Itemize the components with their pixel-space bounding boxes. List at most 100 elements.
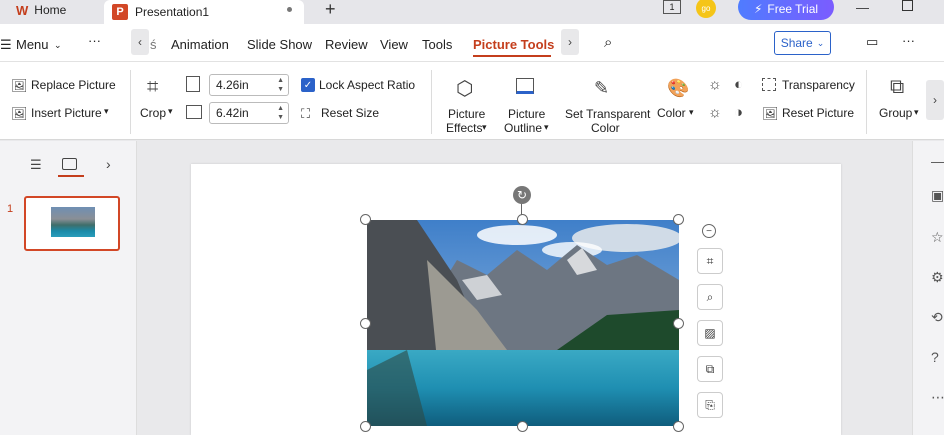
lock-aspect-label[interactable]: Lock Aspect Ratio xyxy=(319,78,415,92)
brightness-decrease-icon[interactable]: ☼ xyxy=(708,104,722,121)
stepper-icon[interactable]: ▲ ▼ xyxy=(277,76,284,94)
collapse-toolbar-icon[interactable]: − xyxy=(702,224,716,238)
resize-handle-bottom-right[interactable] xyxy=(673,421,684,432)
picture-outline-label-1[interactable]: Picture xyxy=(508,107,545,121)
chevron-down-icon[interactable]: ⌄ xyxy=(54,40,62,51)
slide-view-icon[interactable] xyxy=(62,158,77,170)
divider xyxy=(866,70,867,134)
more-icon[interactable]: ⋯ xyxy=(931,389,944,406)
color-icon[interactable]: 🎨 xyxy=(667,78,689,99)
contrast-decrease-icon[interactable]: ◑ xyxy=(734,104,743,121)
resize-handle-bottom-left[interactable] xyxy=(360,421,371,432)
more-icon[interactable]: ··· xyxy=(88,33,101,48)
color-button[interactable]: Color xyxy=(657,106,686,120)
menu-picture-tools[interactable]: Picture Tools xyxy=(473,37,554,52)
window-count-badge[interactable]: 1 xyxy=(663,0,681,14)
group-icon[interactable]: ⧉ xyxy=(890,76,904,99)
resize-handle-left[interactable] xyxy=(360,318,371,329)
chevron-down-icon: ⌄ xyxy=(816,37,825,48)
settings-icon[interactable]: ⚙ xyxy=(931,269,944,286)
picture-effects-icon[interactable]: ⬡ xyxy=(456,76,473,101)
lock-aspect-checkbox[interactable]: ✓ xyxy=(301,78,315,92)
outline-view-icon[interactable]: ☰ xyxy=(30,157,42,173)
resize-handle-top-left[interactable] xyxy=(360,214,371,225)
height-value: 4.26in xyxy=(216,78,249,92)
help-icon[interactable]: ? xyxy=(931,349,939,365)
design-icon[interactable]: ▣ xyxy=(931,187,944,204)
chevron-down-icon[interactable]: ▾ xyxy=(168,106,173,117)
contrast-increase-icon[interactable]: ◐ xyxy=(734,76,743,93)
resize-handle-bottom[interactable] xyxy=(517,421,528,432)
menu-tools[interactable]: Tools xyxy=(422,37,452,52)
set-transparent-label-2[interactable]: Color xyxy=(591,121,620,135)
scroll-right-icon[interactable]: › xyxy=(561,29,579,55)
reset-size-icon: ⛶ xyxy=(301,106,311,121)
picture-outline-label-2[interactable]: Outline xyxy=(504,121,542,135)
crop-icon[interactable]: ⌗ xyxy=(147,76,158,99)
divider xyxy=(431,70,432,134)
group-button[interactable]: Group xyxy=(879,106,912,120)
hamburger-icon[interactable]: ☰ xyxy=(0,37,12,53)
free-trial-label: Free Trial xyxy=(767,2,819,16)
set-transparent-label-1[interactable]: Set Transparent xyxy=(565,107,650,121)
scroll-left-icon[interactable]: ‹ xyxy=(131,29,149,55)
picture-effects-label-1[interactable]: Picture xyxy=(448,107,485,121)
chevron-down-icon[interactable]: ▾ xyxy=(482,122,487,133)
free-trial-button[interactable]: ⚡ Free Trial xyxy=(738,0,834,20)
menu-button[interactable]: Menu xyxy=(16,37,49,52)
crop-button[interactable]: Crop xyxy=(140,106,166,120)
comment-icon[interactable]: ▭ xyxy=(866,34,878,50)
resize-handle-top[interactable] xyxy=(517,214,528,225)
mountain-lake-image[interactable] xyxy=(367,220,679,426)
document-tab[interactable]: P Presentation1 xyxy=(104,0,304,24)
right-sidebar: — ▣ ☆ ⚙ ⟲ ? ⋯ xyxy=(912,141,944,435)
ribbon: 🖼 Replace Picture 🖼 Insert Picture ▾ ⌗ C… xyxy=(0,62,944,140)
picture-outline-icon[interactable] xyxy=(516,78,534,94)
menu-view[interactable]: View xyxy=(380,37,408,52)
resize-handle-top-right[interactable] xyxy=(673,214,684,225)
zoom-icon[interactable]: ⌕ xyxy=(697,284,723,310)
insert-picture-button[interactable]: Insert Picture xyxy=(31,106,102,120)
menu-animation[interactable]: Animation xyxy=(171,37,229,52)
stepper-icon[interactable]: ▲ ▼ xyxy=(277,104,284,122)
reset-picture-button[interactable]: Reset Picture xyxy=(782,106,854,120)
minimize-icon[interactable]: — xyxy=(856,0,869,15)
collapse-icon[interactable]: — xyxy=(931,153,944,169)
ribbon-scroll-right-icon[interactable]: › xyxy=(926,80,944,120)
chevron-down-icon[interactable]: ▾ xyxy=(544,122,549,133)
chevron-down-icon[interactable]: ▾ xyxy=(104,106,109,117)
maximize-icon[interactable] xyxy=(902,0,913,11)
slide-thumbnail[interactable] xyxy=(24,196,120,251)
search-icon[interactable]: ⌕ xyxy=(604,34,612,51)
height-input[interactable]: 4.26in ▲ ▼ xyxy=(209,74,289,96)
share-button[interactable]: Share ⌄ xyxy=(774,31,831,55)
crop-float-icon[interactable]: ⌗ xyxy=(697,248,723,274)
transparency-float-icon[interactable]: ▨ xyxy=(697,320,723,346)
rotate-icon[interactable]: ↻ xyxy=(513,186,531,204)
reset-picture-icon: 🖼 xyxy=(762,106,779,121)
new-tab-icon[interactable]: + xyxy=(325,0,336,18)
width-input[interactable]: 6.42in ▲ ▼ xyxy=(209,102,289,124)
more-options-icon[interactable]: ··· xyxy=(902,33,915,48)
history-icon[interactable]: ⟲ xyxy=(931,309,943,326)
resize-handle-right[interactable] xyxy=(673,318,684,329)
menu-review[interactable]: Review xyxy=(325,37,368,52)
width-icon xyxy=(186,105,202,119)
image-replace-icon[interactable]: ⧉ xyxy=(697,356,723,382)
brightness-increase-icon[interactable]: ☼ xyxy=(708,76,722,93)
chevron-down-icon[interactable]: ▾ xyxy=(914,107,919,118)
reset-size-button[interactable]: Reset Size xyxy=(321,106,379,120)
menu-slide-show[interactable]: Slide Show xyxy=(247,37,312,52)
replace-picture-button[interactable]: Replace Picture xyxy=(31,78,116,92)
collapse-panel-icon[interactable]: › xyxy=(106,156,111,172)
transparency-button[interactable]: Transparency xyxy=(782,78,855,92)
chevron-down-icon[interactable]: ▾ xyxy=(689,107,694,118)
star-icon[interactable]: ☆ xyxy=(931,229,944,246)
set-transparent-color-icon[interactable]: ✎ xyxy=(594,78,609,99)
picture-effects-label-2[interactable]: Effects xyxy=(446,121,482,135)
home-tab[interactable]: W Home xyxy=(0,0,100,20)
menu-truncated-item[interactable]: ś xyxy=(150,37,157,52)
image-extract-icon[interactable]: ⎘ xyxy=(697,392,723,418)
presentation-icon: P xyxy=(112,4,128,20)
wps-logo-icon: W xyxy=(16,2,29,18)
